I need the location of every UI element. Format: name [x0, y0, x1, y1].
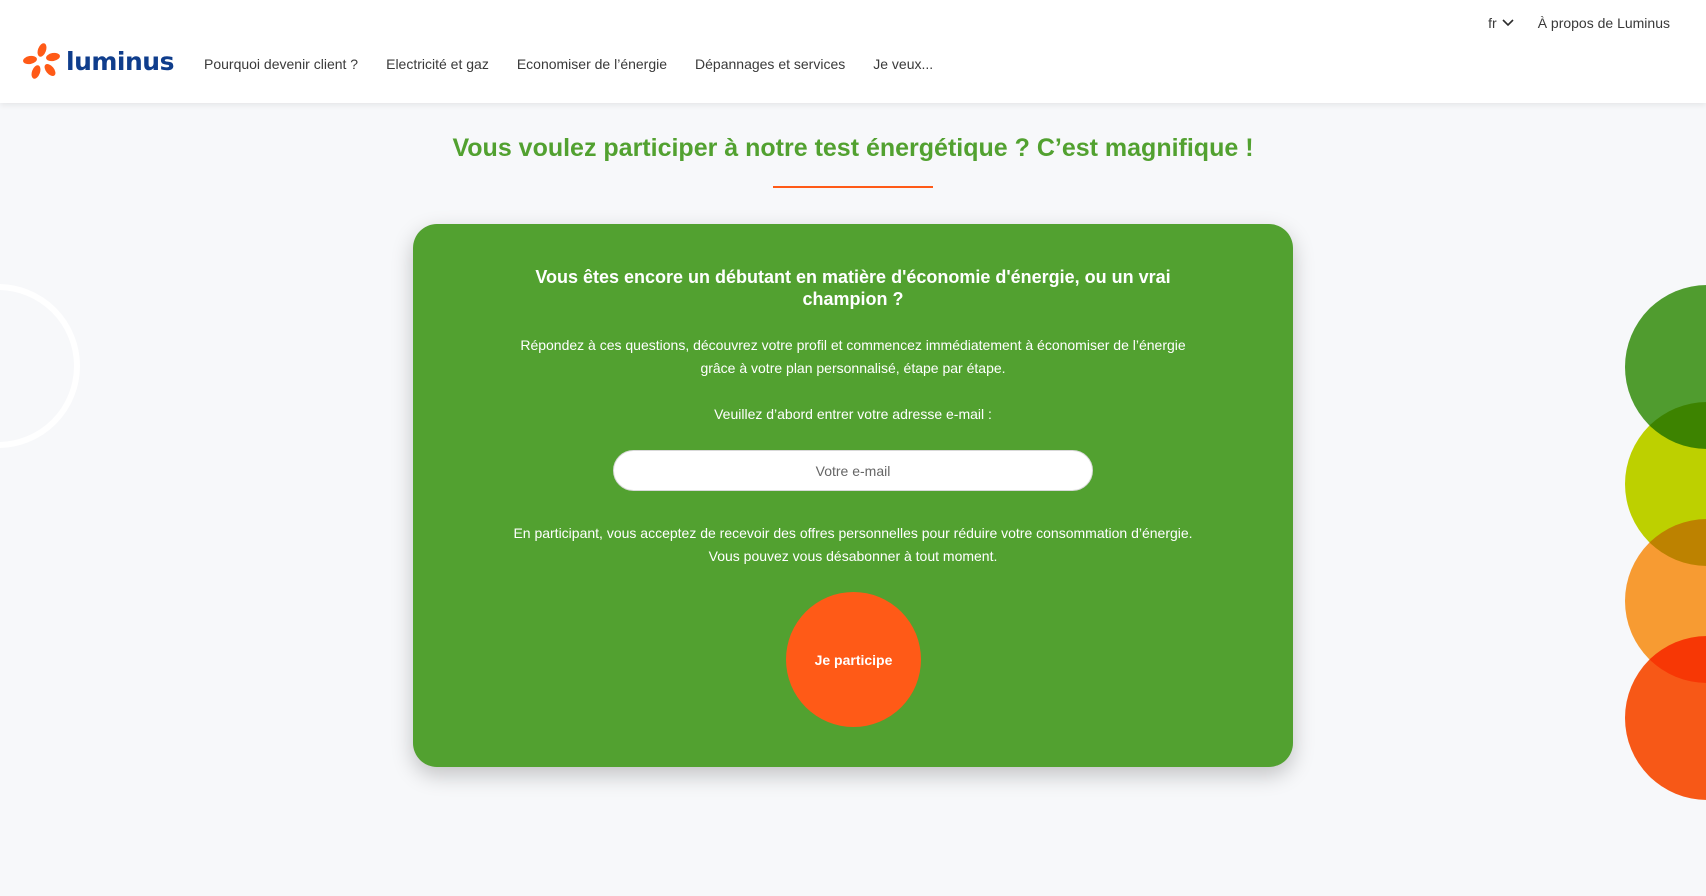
card-intro: Répondez à ces questions, découvrez votr…: [520, 337, 1186, 376]
luminus-logo-icon: [23, 43, 60, 79]
nav-item-pourquoi-devenir-client[interactable]: Pourquoi devenir client ?: [204, 56, 358, 72]
legal-notice: En participant, vous acceptez de recevoi…: [513, 525, 1193, 564]
nav-item-depannages-et-services[interactable]: Dépannages et services: [695, 56, 845, 72]
email-prompt: Veuillez d’abord entrer votre adresse e-…: [714, 406, 992, 422]
luminus-logo[interactable]: luminus: [22, 43, 174, 79]
language-label: fr: [1488, 15, 1497, 31]
chevron-down-icon: [1502, 19, 1514, 27]
utility-nav: fr À propos de Luminus: [1488, 15, 1670, 31]
decorative-ring: [0, 284, 80, 448]
language-selector[interactable]: fr: [1488, 15, 1514, 31]
title-divider: [773, 186, 933, 188]
card-title: Vous êtes encore un débutant en matière …: [535, 267, 1171, 309]
page-title: Vous voulez participer à notre test éner…: [452, 134, 1254, 162]
site-header: luminus Pourquoi devenir client ? Electr…: [0, 0, 1706, 103]
nav-item-economiser-energie[interactable]: Economiser de l’énergie: [517, 56, 667, 72]
decorative-circle-orange: [1625, 636, 1706, 800]
main-nav: Pourquoi devenir client ? Electricité et…: [204, 56, 933, 72]
about-link[interactable]: À propos de Luminus: [1538, 15, 1670, 31]
nav-item-electricite-et-gaz[interactable]: Electricité et gaz: [386, 56, 489, 72]
brand-name: luminus: [66, 46, 174, 76]
email-input[interactable]: [613, 450, 1093, 491]
participate-button[interactable]: Je participe: [786, 592, 921, 727]
nav-item-je-veux[interactable]: Je veux...: [873, 56, 933, 72]
energy-test-card: Vous êtes encore un débutant en matière …: [413, 224, 1293, 767]
